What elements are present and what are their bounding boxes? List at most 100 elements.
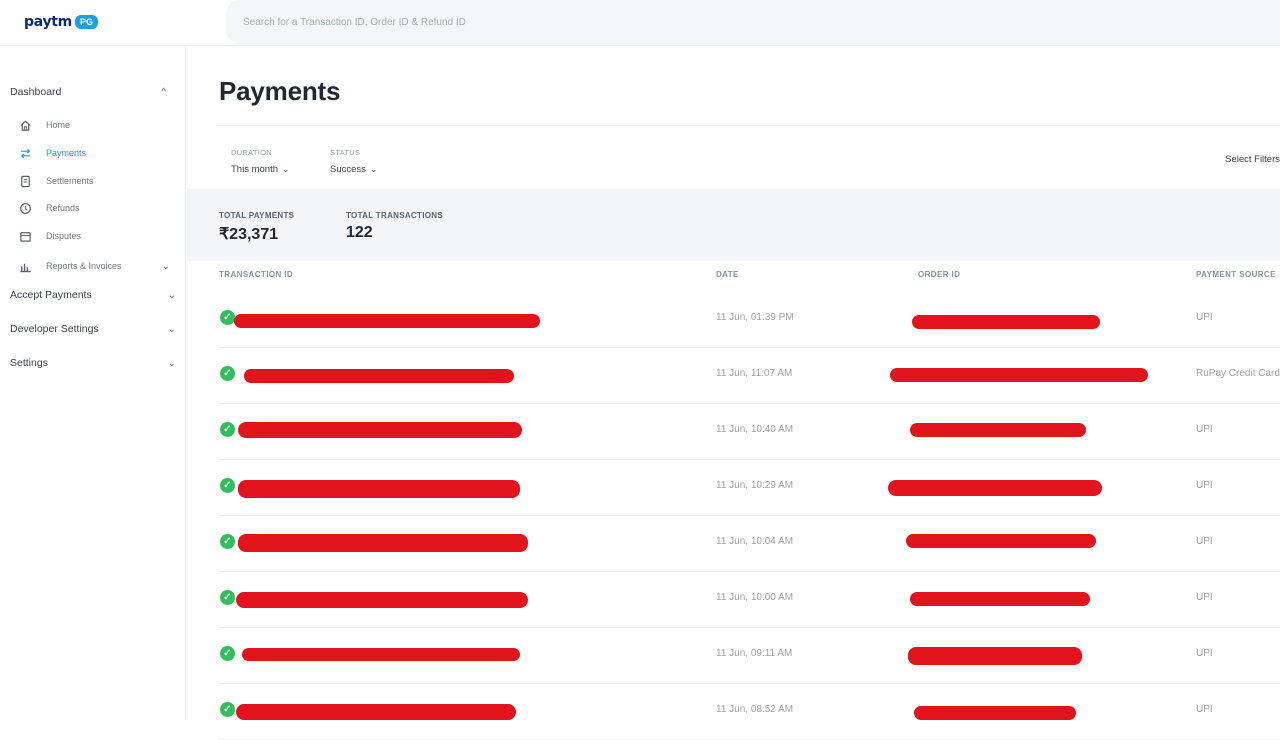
redaction-mark [238, 534, 528, 552]
sidebar-section-label: Developer Settings [10, 323, 99, 335]
row-date: 11 Jun, 08:52 AM [716, 704, 794, 715]
table-row[interactable]: ✓ 11 Jun, 10:00 AM UPI [218, 572, 1280, 628]
sidebar: Dashboard ^ Home Payments Settlements Re… [0, 46, 186, 720]
bar-chart-icon [18, 259, 32, 273]
filter-value: This month ⌄ [231, 164, 290, 175]
page-title: Payments [219, 76, 341, 106]
filter-label: DURATION [231, 148, 273, 157]
redaction-mark [234, 314, 540, 328]
home-icon [18, 118, 32, 132]
stat-label: TOTAL PAYMENTS [219, 211, 295, 220]
transfer-icon [18, 146, 32, 160]
sidebar-section-label: Settings [10, 357, 48, 369]
chevron-down-icon: ⌄ [369, 164, 378, 174]
filter-value-text: This month [231, 164, 278, 175]
redaction-mark [908, 647, 1082, 665]
success-check-icon: ✓ [220, 478, 235, 493]
row-payment-source: UPI [1196, 536, 1213, 547]
redaction-mark [910, 592, 1090, 606]
redaction-mark [238, 480, 520, 498]
column-header-order-id[interactable]: ORDER ID [918, 270, 960, 279]
row-payment-source: UPI [1196, 704, 1213, 715]
filter-duration[interactable]: DURATION This month ⌄ [231, 148, 290, 175]
table-row[interactable]: ✓ 11 Jun, 10:29 AM UPI [218, 460, 1280, 516]
stat-value: 122 [346, 224, 373, 241]
total-payments: TOTAL PAYMENTS ₹23,371 [219, 211, 294, 244]
total-transactions: TOTAL TRANSACTIONS 122 [346, 211, 443, 242]
main-content: Payments DURATION This month ⌄ STATUS Su… [187, 46, 1280, 740]
sidebar-item-label: Reports & Invoices [46, 261, 122, 271]
stat-label: TOTAL TRANSACTIONS [346, 211, 443, 220]
sidebar-item-label: Settlements [46, 176, 94, 186]
redaction-mark [914, 706, 1076, 720]
redaction-mark [910, 423, 1086, 437]
document-icon [18, 174, 32, 188]
paytm-logo[interactable]: paytm PG [24, 12, 98, 32]
filter-value-text: Success [330, 164, 366, 175]
success-check-icon: ✓ [220, 646, 235, 661]
redaction-mark [236, 704, 516, 720]
redaction-mark [888, 480, 1102, 496]
success-check-icon: ✓ [220, 366, 235, 381]
row-date: 11 Jun, 10:00 AM [716, 592, 794, 603]
row-payment-source: UPI [1196, 592, 1213, 603]
sidebar-item-reports[interactable]: Reports & Invoices ⌄ [18, 259, 170, 273]
filter-label: STATUS [330, 148, 361, 157]
sidebar-item-refunds[interactable]: Refunds [18, 201, 80, 215]
sidebar-item-label: Refunds [46, 203, 80, 213]
chevron-down-icon: ⌄ [167, 357, 176, 369]
sidebar-item-home[interactable]: Home [18, 118, 70, 132]
table-row[interactable]: ✓ 11 Jun, 08:52 AM UPI [218, 684, 1280, 740]
chevron-down-icon: ⌄ [167, 323, 176, 335]
row-payment-source: UPI [1196, 648, 1213, 659]
column-header-transaction-id[interactable]: TRANSACTION ID [219, 270, 293, 279]
search-input[interactable] [226, 0, 1280, 44]
sidebar-item-settlements[interactable]: Settlements [18, 174, 94, 188]
sidebar-section-developer-settings[interactable]: Developer Settings ⌄ [10, 323, 176, 335]
row-date: 11 Jun, 11:07 AM [716, 368, 793, 379]
column-header-payment-source[interactable]: PAYMENT SOURCE [1196, 270, 1276, 279]
filter-status[interactable]: STATUS Success ⌄ [330, 148, 377, 175]
select-filters-button[interactable]: Select Filters [1225, 154, 1280, 165]
summary-panel: TOTAL PAYMENTS ₹23,371 TOTAL TRANSACTION… [187, 189, 1280, 261]
sidebar-section-settings[interactable]: Settings ⌄ [10, 357, 176, 369]
redaction-mark [890, 368, 1148, 382]
search-bar [226, 0, 1280, 44]
redaction-mark [242, 648, 520, 661]
calendar-icon [18, 229, 32, 243]
sidebar-section-label: Dashboard [10, 86, 62, 98]
sidebar-section-dashboard[interactable]: Dashboard ^ [10, 86, 176, 98]
table-row[interactable]: ✓ 11 Jun, 01:39 PM UPI [218, 292, 1280, 348]
row-date: 11 Jun, 10:04 AM [716, 536, 794, 547]
redaction-mark [236, 592, 528, 608]
chevron-up-icon: ^ [161, 86, 166, 98]
success-check-icon: ✓ [220, 590, 235, 605]
filter-value: Success ⌄ [330, 164, 377, 175]
sidebar-item-disputes[interactable]: Disputes [18, 229, 81, 243]
sidebar-item-payments[interactable]: Payments [18, 146, 86, 160]
sidebar-item-label: Disputes [46, 231, 82, 241]
table-row[interactable]: ✓ 11 Jun, 11:07 AM RuPay Credit Card [218, 348, 1280, 404]
sidebar-section-accept-payments[interactable]: Accept Payments ⌄ [10, 289, 176, 301]
chevron-down-icon: ⌄ [282, 164, 290, 174]
sidebar-section-label: Accept Payments [10, 289, 92, 301]
success-check-icon: ✓ [220, 702, 235, 717]
redaction-mark [912, 315, 1100, 329]
table-row[interactable]: ✓ 11 Jun, 10:40 AM UPI [218, 404, 1280, 460]
row-payment-source: RuPay Credit Card [1196, 368, 1280, 379]
row-date: 11 Jun, 01:39 PM [716, 312, 794, 323]
table-row[interactable]: ✓ 11 Jun, 09:11 AM UPI [218, 628, 1280, 684]
row-payment-source: UPI [1196, 424, 1213, 435]
logo-text: paytm [24, 14, 72, 30]
row-payment-source: UPI [1196, 312, 1213, 323]
sidebar-item-label: Payments [46, 148, 87, 158]
table-row[interactable]: ✓ 11 Jun, 10:04 AM UPI [218, 516, 1280, 572]
chevron-down-icon: ⌄ [167, 289, 176, 301]
refund-icon [18, 201, 32, 215]
row-payment-source: UPI [1196, 480, 1213, 491]
row-date: 11 Jun, 10:40 AM [716, 424, 794, 435]
success-check-icon: ✓ [220, 422, 235, 437]
column-header-date[interactable]: DATE [716, 270, 739, 279]
logo-badge: PG [74, 15, 98, 29]
row-date: 11 Jun, 10:29 AM [716, 480, 794, 491]
